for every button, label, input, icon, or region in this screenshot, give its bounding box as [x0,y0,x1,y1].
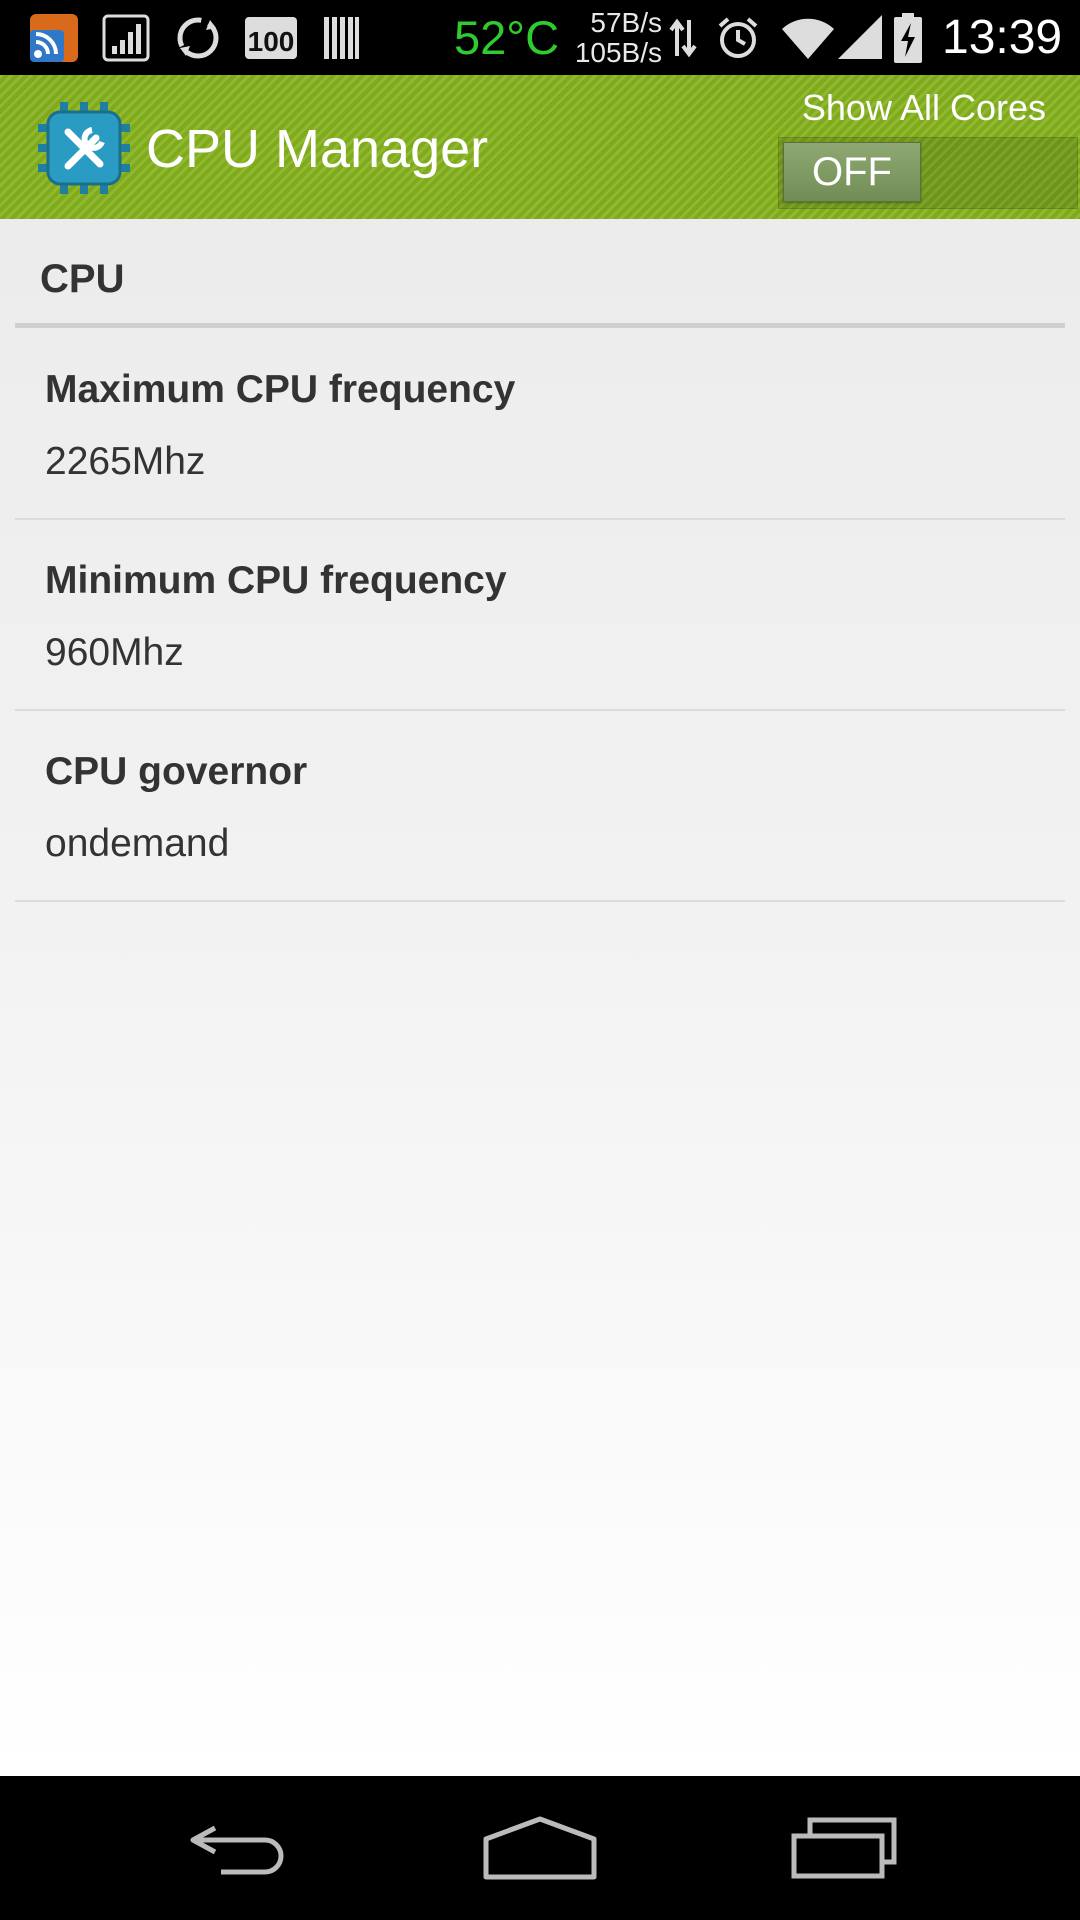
pref-min-cpu-frequency[interactable]: Minimum CPU frequency 960Mhz [15,521,1065,711]
section-divider [15,323,1065,328]
wifi-icon [780,0,836,75]
list-divider [15,900,1065,902]
pref-max-cpu-frequency[interactable]: Maximum CPU frequency 2265Mhz [15,330,1065,520]
battery-charging-icon [892,0,924,75]
upload-speed: 57B/s [590,6,662,38]
signal-bars-app-icon [102,0,150,75]
pref-value: 2265Mhz [45,440,206,483]
pref-value: ondemand [45,822,230,865]
show-all-cores-label: Show All Cores [801,87,1046,128]
barcode-icon [322,0,362,75]
alarm-icon [714,0,762,75]
pref-cpu-governor[interactable]: CPU governor ondemand [15,712,1065,902]
data-arrows-icon [668,0,698,75]
back-icon[interactable] [140,1776,340,1920]
clock: 13:39 [942,11,1063,64]
app-title: CPU Manager [146,119,489,179]
show-all-cores-toggle[interactable]: OFF [778,137,1078,209]
rss-app-icon [28,0,80,75]
list-divider [15,518,1065,520]
network-speed: 57B/s 105B/s [562,0,662,75]
pref-title: CPU governor [45,750,308,793]
pref-value: 960Mhz [45,631,184,674]
svg-text:100: 100 [248,26,295,57]
sync-icon [172,0,224,75]
battery-100-icon: 100 [243,0,299,75]
cpu-tools-icon[interactable] [38,102,130,194]
list-divider [15,709,1065,711]
temperature-readout: 52°C [454,11,560,64]
home-icon[interactable] [440,1776,640,1920]
action-bar: CPU Manager Show All Cores OFF [0,75,1080,221]
status-bar: 100 52°C 57B/s 105B/s 13:39 [0,0,1080,75]
toggle-state-label: OFF [783,142,921,202]
download-speed: 105B/s [574,36,662,68]
settings-list: CPU Maximum CPU frequency 2265Mhz Minimu… [0,219,1080,1776]
cell-signal-icon [836,0,886,75]
pref-title: Minimum CPU frequency [45,559,507,602]
section-header: CPU [40,257,125,301]
navigation-bar [0,1776,1080,1920]
pref-title: Maximum CPU frequency [45,368,516,411]
recent-apps-icon[interactable] [744,1776,944,1920]
